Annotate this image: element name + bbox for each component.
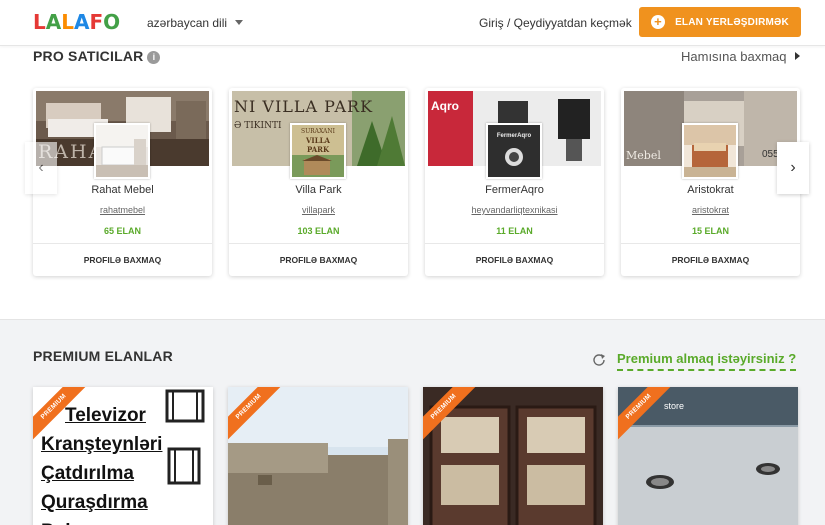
seller-name[interactable]: FermerAqro — [425, 184, 604, 196]
premium-ad-card[interactable]: store PREMIUM — [618, 387, 798, 525]
chevron-right-icon: › — [790, 159, 796, 176]
premium-ad-card[interactable]: PREMIUM — [423, 387, 603, 525]
view-profile-button[interactable]: PROFILƏ BAXMAQ — [425, 243, 604, 276]
seller-name[interactable]: Rahat Mebel — [33, 184, 212, 196]
seller-logo: FermerAqro — [486, 123, 542, 179]
carousel-prev-button[interactable]: ‹ — [25, 142, 57, 194]
ad-image — [165, 389, 205, 485]
seller-card[interactable]: RAHAT MEBEL Rahat Mebel rahatmebel 65 EL… — [33, 88, 212, 276]
ad-image-text: Televizor Kranşteynləri Çatdırılma Quraş… — [41, 405, 163, 525]
premium-ads-title: PREMIUM ELANLAR — [33, 348, 173, 364]
seller-logo — [682, 123, 738, 179]
premium-ads-section: PREMIUM ELANLAR Premium almaq istəyirsin… — [0, 319, 825, 525]
logo-letter: L — [61, 10, 74, 34]
chevron-right-icon — [794, 52, 800, 60]
login-register-link[interactable]: Giriş / Qeydiyyatdan keçmək — [479, 16, 632, 30]
logo-letter: L — [33, 10, 46, 34]
ad-image-text: store — [664, 401, 685, 411]
chevron-down-icon — [235, 20, 244, 25]
refresh-icon — [593, 354, 605, 366]
pro-sellers-section: PRO SATICILARi Hamısına baxmaq RAHAT MEB… — [0, 46, 825, 319]
premium-ad-card[interactable]: PREMIUM Televizor Kranşteynləri Çatdırıl… — [33, 387, 213, 525]
top-header: LALAFO azərbaycan dili Giriş / Qeydiyyat… — [0, 0, 825, 46]
seller-username-link[interactable]: villapark — [229, 205, 408, 215]
seller-card[interactable]: Aqro FermerAqro FermerAqro heyvandarliqt… — [425, 88, 604, 276]
seller-ad-count: 103 ELAN — [297, 226, 340, 236]
seller-logo: SURAXANI VILLA PARK — [290, 123, 346, 179]
carousel-next-button[interactable]: › — [777, 142, 809, 194]
seller-username-link[interactable]: rahatmebel — [33, 205, 212, 215]
view-profile-button[interactable]: PROFILƏ BAXMAQ — [229, 243, 408, 276]
logo-letter: F — [89, 10, 104, 34]
view-profile-button[interactable]: PROFILƏ BAXMAQ — [621, 243, 800, 276]
site-logo[interactable]: LALAFO — [33, 12, 120, 32]
seller-ad-count: 65 ELAN — [103, 226, 141, 236]
info-icon[interactable]: i — [147, 51, 161, 64]
post-ad-label: ELAN YERLƏŞDIRMƏK — [675, 16, 789, 28]
language-label: azərbaycan dili — [147, 16, 228, 30]
pro-sellers-title: PRO SATICILAR i — [33, 48, 161, 64]
logo-letter: A — [73, 10, 90, 34]
premium-ad-card[interactable]: PREMIUM — [228, 387, 408, 525]
plus-icon: + — [651, 15, 666, 29]
seller-name[interactable]: Villa Park — [229, 184, 408, 196]
seller-logo — [94, 123, 150, 179]
seller-card[interactable]: Mebel 0555 Aristokrat aristokrat 15 ELAN… — [621, 88, 800, 276]
see-all-link[interactable]: Hamısına baxmaq — [681, 49, 800, 64]
logo-letter: A — [45, 10, 62, 34]
chevron-left-icon: ‹ — [38, 159, 44, 176]
buy-premium-link[interactable]: Premium almaq istəyirsiniz ? — [617, 351, 797, 371]
seller-ad-count: 15 ELAN — [691, 226, 729, 236]
seller-username-link[interactable]: heyvandarliqtexnikasi — [425, 205, 604, 215]
logo-letter: O — [103, 10, 121, 34]
seller-username-link[interactable]: aristokrat — [621, 205, 800, 215]
post-ad-button[interactable]: + ELAN YERLƏŞDIRMƏK — [639, 7, 801, 37]
seller-card[interactable]: NI VILLA PARK Ə TIKINTI SURAXANI VILLA P… — [229, 88, 408, 276]
seller-ad-count: 11 ELAN — [496, 226, 533, 236]
view-profile-button[interactable]: PROFILƏ BAXMAQ — [33, 243, 212, 276]
language-selector[interactable]: azərbaycan dili — [147, 16, 244, 30]
seller-name[interactable]: Aristokrat — [621, 184, 800, 196]
